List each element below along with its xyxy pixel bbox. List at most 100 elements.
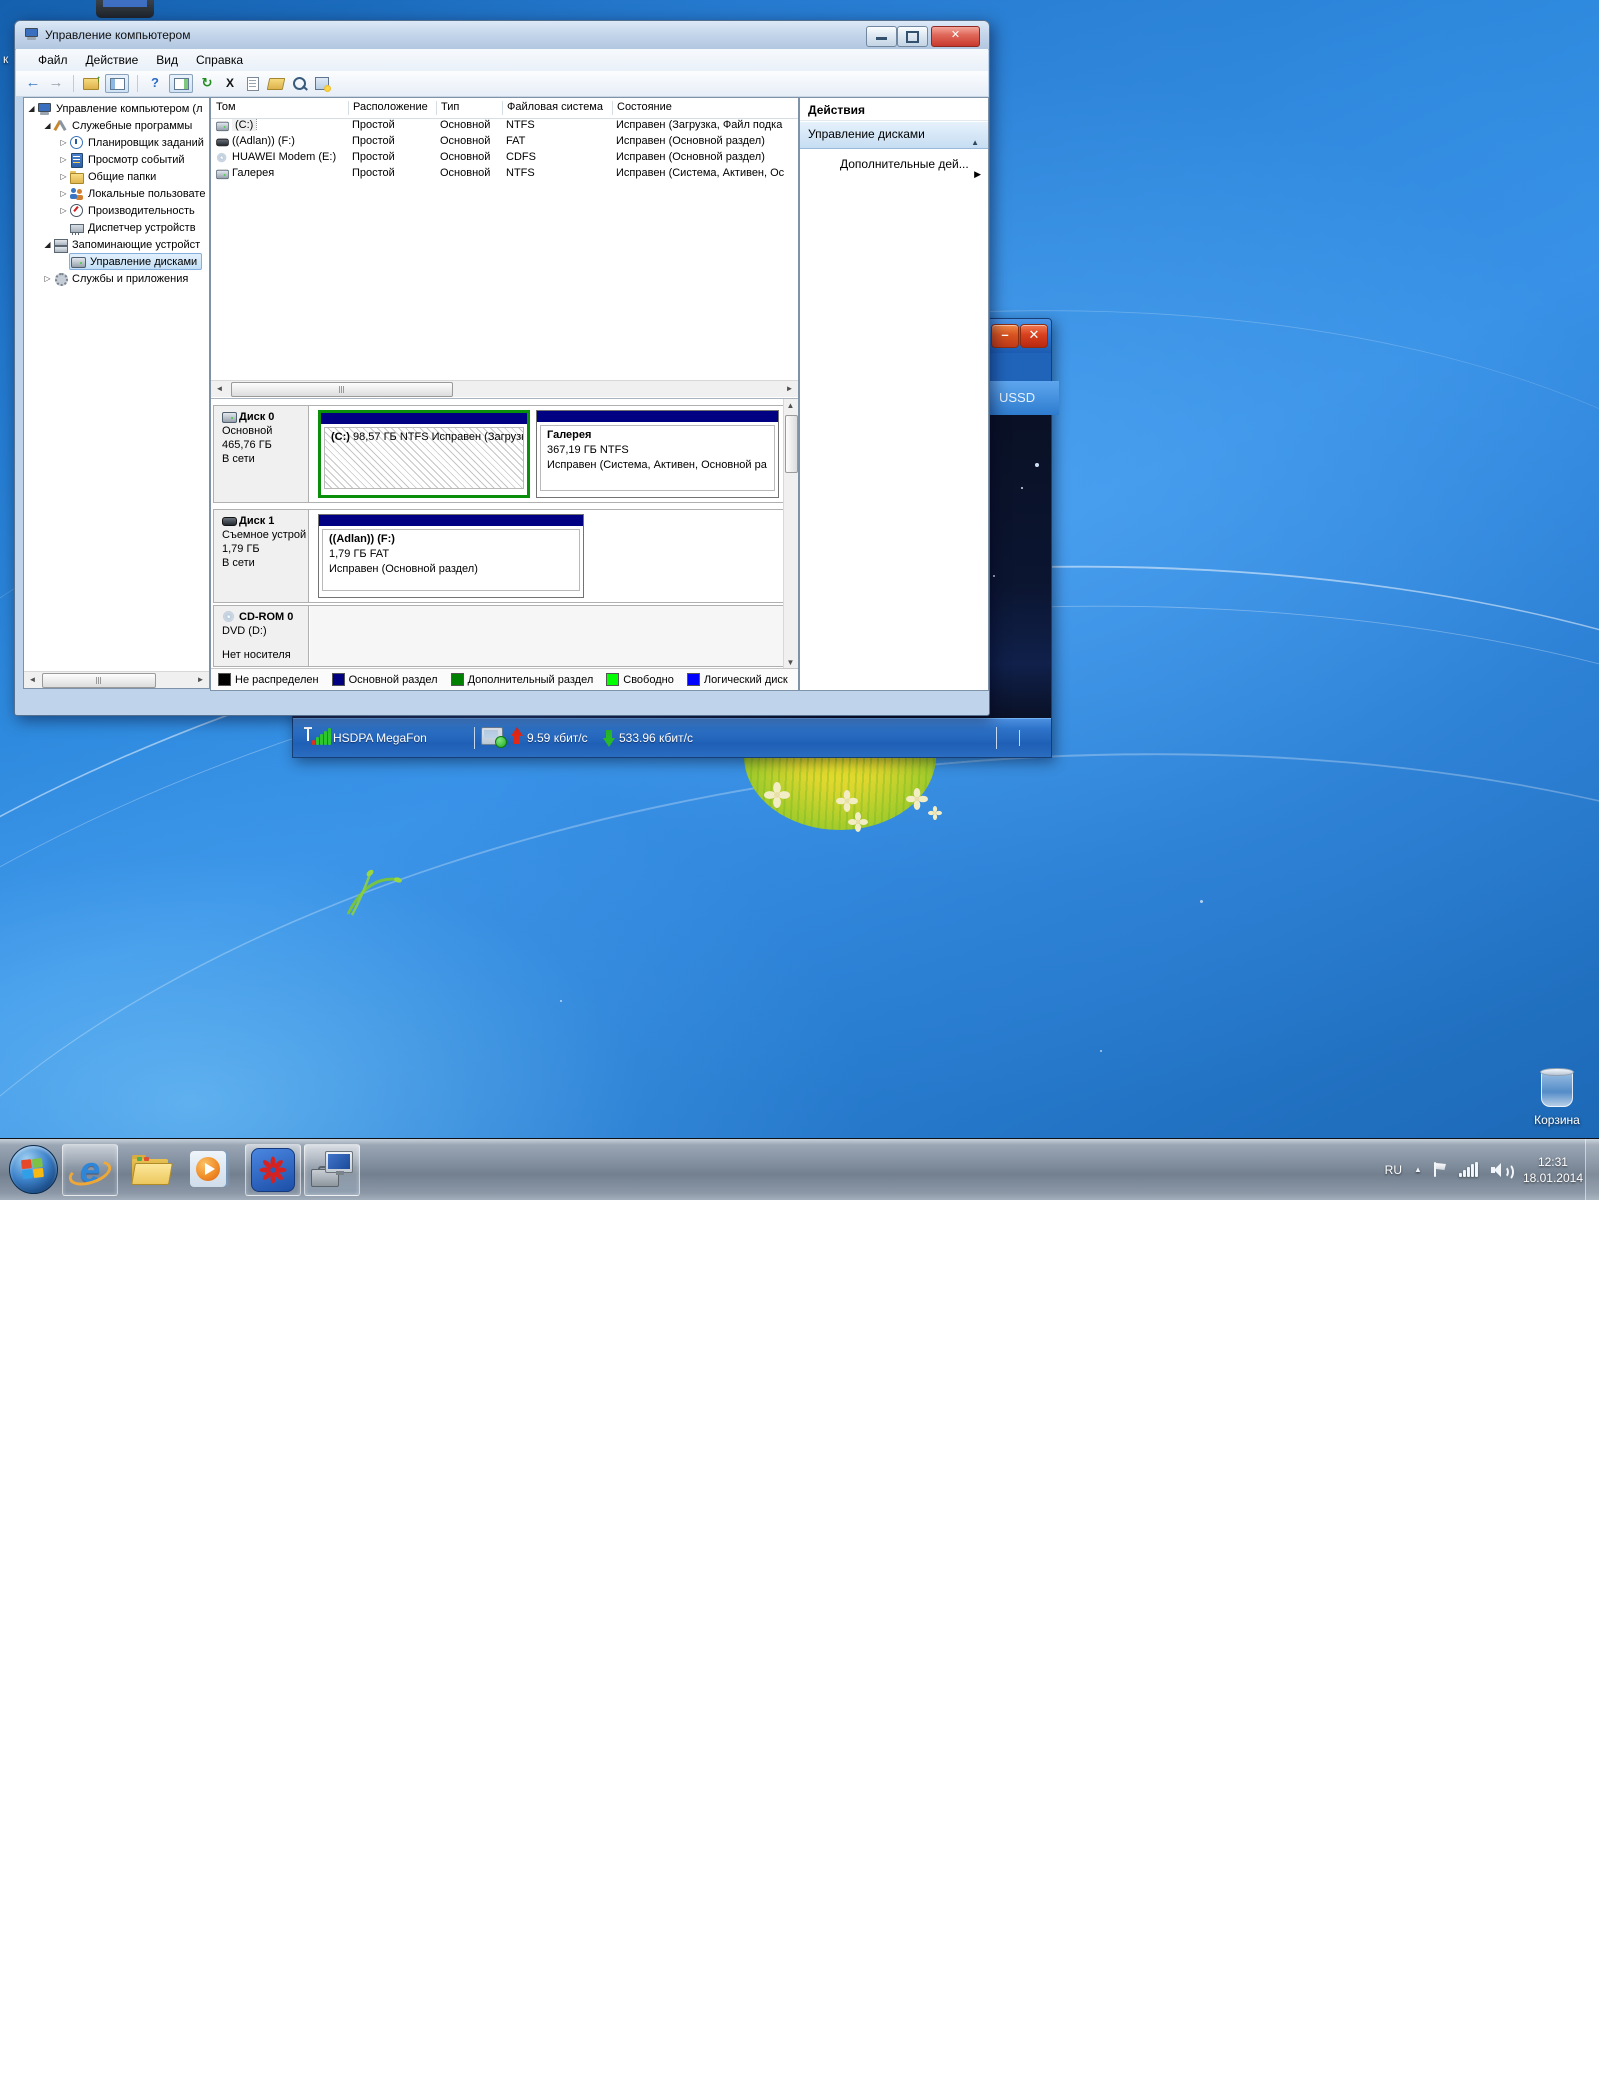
taskbar-computer-management[interactable]	[304, 1144, 360, 1196]
tray-chevron-icon[interactable]: ▲	[1414, 1165, 1422, 1174]
export-icon[interactable]	[313, 75, 331, 92]
tree-item-device-manager[interactable]: Диспетчер устройств	[24, 219, 209, 236]
scrollbar-thumb[interactable]	[42, 673, 156, 688]
volume-row-adlan[interactable]: ((Adlan)) (F:) Простой Основной FAT Испр…	[211, 134, 798, 150]
actions-disk-management[interactable]: Управление дисками ▲	[800, 121, 988, 149]
disk-vertical-scrollbar[interactable]: ▲ ▼	[783, 399, 798, 670]
column-volume[interactable]: Том	[211, 101, 349, 115]
column-layout[interactable]: Расположение	[348, 101, 437, 115]
scroll-right-arrow[interactable]: ►	[782, 382, 797, 396]
tree-item-storage[interactable]: ◢ Запоминающие устройст	[24, 236, 209, 253]
open-icon[interactable]	[267, 75, 285, 92]
taskbar-internet-explorer[interactable]: e	[62, 1144, 118, 1196]
scroll-left-arrow[interactable]: ◄	[25, 673, 40, 687]
action-pane-icon[interactable]	[169, 74, 193, 93]
recycle-bin[interactable]: Корзина	[1517, 1070, 1597, 1127]
partition-size: 98,57 ГБ NTFS	[353, 430, 429, 445]
taskbar-explorer[interactable]	[124, 1144, 178, 1194]
tab-ussd[interactable]: USSD	[989, 381, 1059, 415]
minimize-button[interactable]	[866, 26, 897, 47]
disk1-label[interactable]: Диск 1 Съемное устрой 1,79 ГБ В сети	[214, 510, 309, 602]
tree-item-local-users[interactable]: ▷ Локальные пользовате	[24, 185, 209, 202]
modem-minimize-button[interactable]: –	[991, 324, 1019, 348]
legend-label: Основной раздел	[349, 674, 438, 686]
tree-item-shared-folders[interactable]: ▷ Общие папки	[24, 168, 209, 185]
tree-expander-icon[interactable]: ▷	[58, 206, 69, 215]
network-signal-icon[interactable]	[1459, 1162, 1479, 1177]
refresh-icon[interactable]: ↻	[198, 75, 216, 92]
scroll-left-arrow[interactable]: ◄	[212, 382, 227, 396]
modem-close-button[interactable]: ✕	[1020, 324, 1048, 348]
volume-fs: CDFS	[506, 151, 609, 163]
desktop-icon-partial[interactable]	[96, 0, 154, 18]
delete-icon[interactable]: X	[221, 75, 239, 92]
menu-help[interactable]: Справка	[188, 51, 251, 69]
start-button[interactable]	[9, 1145, 58, 1194]
scroll-right-arrow[interactable]: ►	[193, 673, 208, 687]
disk0-label[interactable]: Диск 0 Основной 465,76 ГБ В сети	[214, 406, 309, 502]
scrollbar-thumb[interactable]	[785, 415, 798, 473]
console-tree-icon[interactable]	[105, 74, 129, 93]
clock[interactable]: 12:31 18.01.2014	[1523, 1154, 1583, 1186]
taskbar-huawei-modem[interactable]	[245, 1144, 301, 1196]
tree-expander-icon[interactable]: ◢	[42, 240, 53, 249]
cd-icon	[222, 610, 237, 624]
partition-c[interactable]: (C:) 98,57 ГБ NTFS Исправен (Загрузка, Ф…	[318, 410, 530, 498]
tree-item-task-scheduler[interactable]: ▷ Планировщик заданий	[24, 134, 209, 151]
volume-row-c[interactable]: (C:) Простой Основной NTFS Исправен (Заг…	[211, 118, 798, 134]
scrollbar-thumb[interactable]	[231, 382, 453, 397]
volume-horizontal-scrollbar[interactable]: ◄ ►	[211, 380, 798, 397]
volume-row-gallery[interactable]: Галерея Простой Основной NTFS Исправен (…	[211, 166, 798, 182]
tree-expander-icon[interactable]: ◢	[42, 121, 53, 130]
disk-kind: Съемное устрой	[222, 528, 308, 542]
back-icon[interactable]: ←	[24, 75, 42, 92]
tree-item-performance[interactable]: ▷ Производительность	[24, 202, 209, 219]
column-type[interactable]: Тип	[436, 101, 503, 115]
tree-expander-icon[interactable]: ▷	[42, 274, 53, 283]
cdrom-row: CD-ROM 0 DVD (D:) Нет носителя	[213, 605, 785, 667]
tree-item-label: Просмотр событий	[86, 154, 187, 166]
tree-expander-icon[interactable]: ▷	[58, 155, 69, 164]
disk0-row: Диск 0 Основной 465,76 ГБ В сети (C:) 98…	[213, 405, 785, 503]
tree-expander-icon[interactable]: ▷	[58, 138, 69, 147]
tree-item-root[interactable]: ◢ Управление компьютером (л	[24, 100, 209, 117]
tree-expander-icon[interactable]: ▷	[58, 189, 69, 198]
show-desktop-button[interactable]	[1585, 1139, 1599, 1200]
column-fs[interactable]: Файловая система	[502, 101, 613, 115]
tree-horizontal-scrollbar[interactable]: ◄ ►	[24, 671, 209, 688]
find-icon[interactable]	[290, 75, 308, 92]
wallpaper-sparkle	[560, 1000, 562, 1002]
up-folder-icon[interactable]	[82, 75, 100, 92]
window-titlebar[interactable]: Управление компьютером ✕	[15, 21, 989, 50]
close-button[interactable]: ✕	[931, 26, 980, 47]
menu-file[interactable]: Файл	[30, 51, 76, 69]
action-center-flag-icon[interactable]	[1434, 1162, 1447, 1177]
taskbar-media-player[interactable]	[184, 1144, 232, 1194]
volume-icon[interactable]	[1491, 1162, 1511, 1178]
volume-name: Галерея	[232, 167, 346, 179]
language-indicator[interactable]: RU	[1385, 1163, 1402, 1177]
tree-item-services[interactable]: ▷ Службы и приложения	[24, 270, 209, 287]
tree-item-disk-management[interactable]: Управление дисками	[24, 253, 209, 270]
forward-icon[interactable]: →	[47, 75, 65, 92]
maximize-button[interactable]	[897, 26, 928, 47]
partition-gallery[interactable]: Галерея 367,19 ГБ NTFS Исправен (Система…	[536, 410, 779, 498]
actions-more[interactable]: Дополнительные дей... ▶	[800, 149, 988, 179]
legend-swatch	[606, 673, 619, 686]
column-status[interactable]: Состояние	[612, 101, 799, 115]
scroll-up-arrow[interactable]: ▲	[784, 399, 797, 413]
menu-view[interactable]: Вид	[148, 51, 186, 69]
toolbar-separator	[73, 75, 74, 92]
properties-icon[interactable]	[244, 75, 262, 92]
volume-status: Исправен (Основной раздел)	[616, 135, 796, 147]
tree-expander-icon[interactable]: ◢	[26, 104, 37, 113]
computer-management-window[interactable]: Управление компьютером ✕ Файл Действие В…	[14, 20, 990, 716]
tree-item-event-viewer[interactable]: ▷ Просмотр событий	[24, 151, 209, 168]
cdrom-label[interactable]: CD-ROM 0 DVD (D:) Нет носителя	[214, 606, 309, 666]
tree-item-system-tools[interactable]: ◢ Служебные программы	[24, 117, 209, 134]
volume-row-huawei[interactable]: HUAWEI Modem (E:) Простой Основной CDFS …	[211, 150, 798, 166]
help-icon[interactable]: ?	[146, 75, 164, 92]
menu-action[interactable]: Действие	[78, 51, 147, 69]
partition-adlan[interactable]: ((Adlan)) (F:) 1,79 ГБ FAT Исправен (Осн…	[318, 514, 584, 598]
tree-expander-icon[interactable]: ▷	[58, 172, 69, 181]
